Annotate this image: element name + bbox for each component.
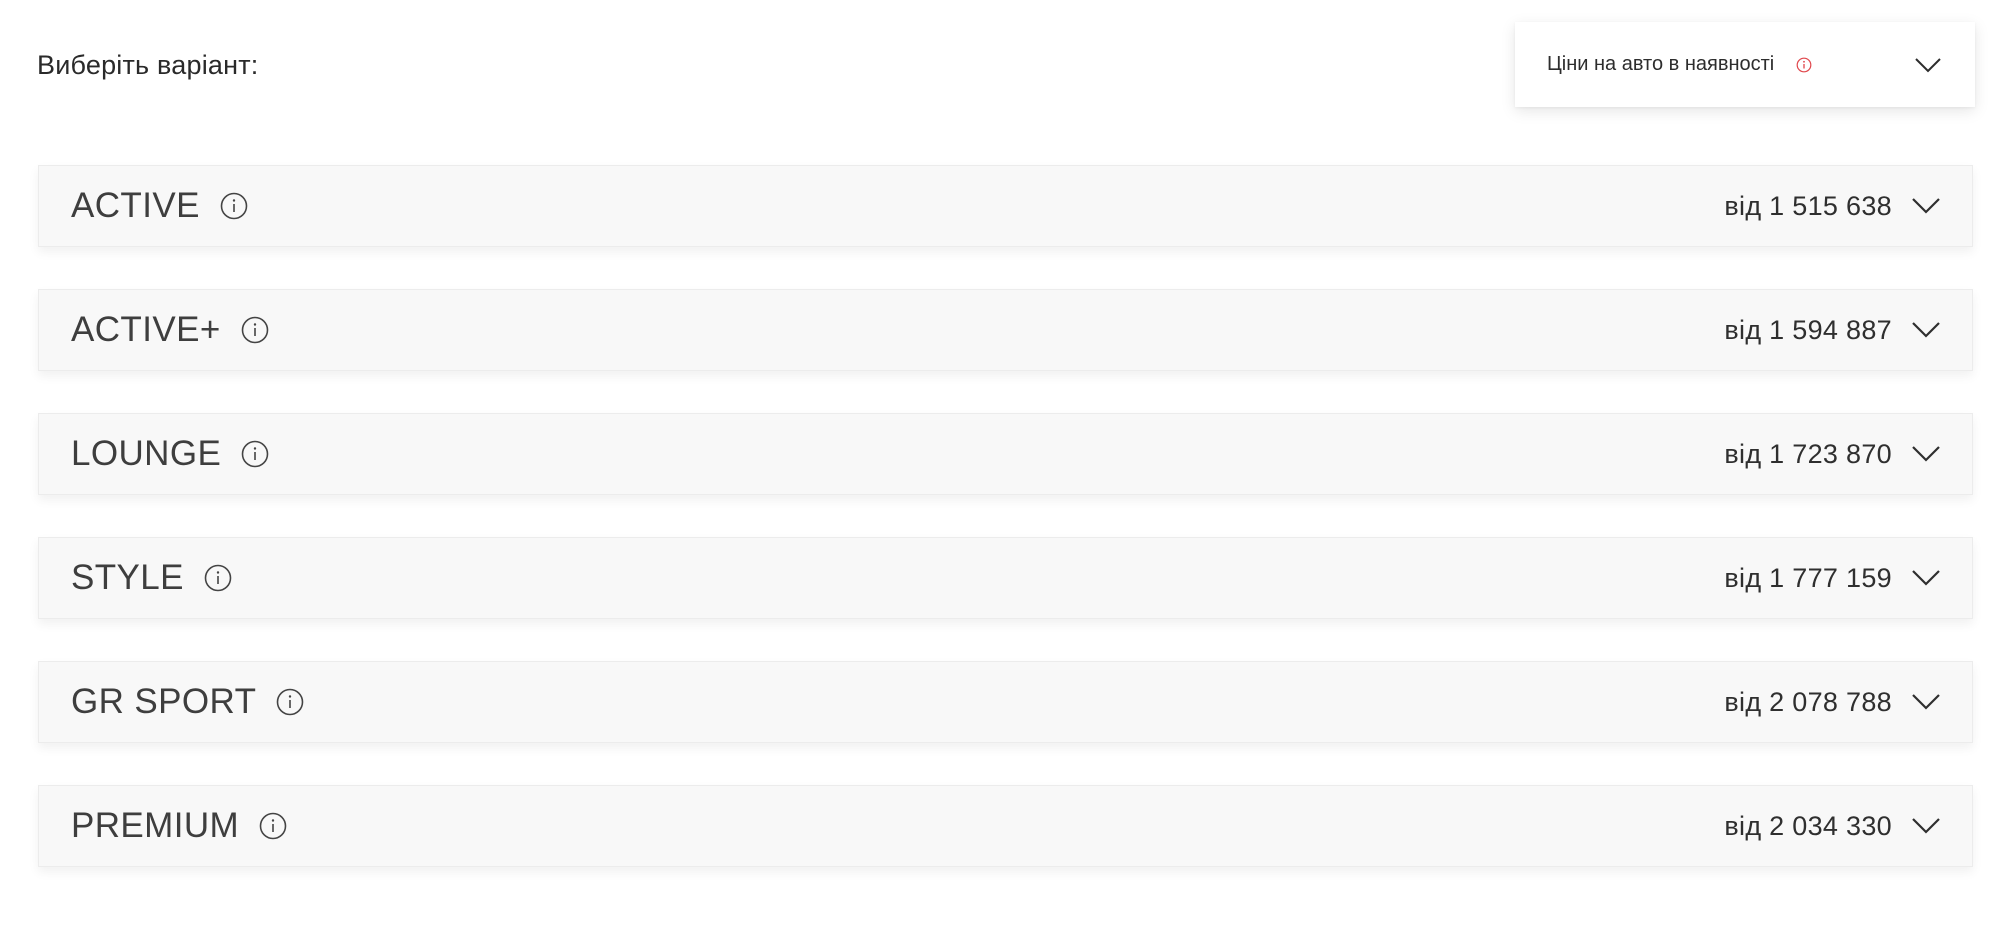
info-icon[interactable] bbox=[259, 812, 287, 840]
variant-name: LOUNGE bbox=[71, 434, 222, 473]
chevron-down-icon[interactable] bbox=[1910, 815, 1942, 837]
stock-prices-dropdown[interactable]: Ціни на авто в наявності bbox=[1515, 22, 1975, 107]
chevron-down-icon[interactable] bbox=[1910, 195, 1942, 217]
variant-price: від 2 078 788 bbox=[1724, 686, 1892, 717]
variant-row-lounge[interactable]: LOUNGE від 1 723 870 bbox=[38, 413, 1973, 495]
variant-row-active[interactable]: ACTIVE від 1 515 638 bbox=[38, 165, 1973, 247]
variant-row-gr-sport[interactable]: GR SPORT від 2 078 788 bbox=[38, 661, 1973, 743]
variant-name: GR SPORT bbox=[71, 682, 257, 721]
chevron-down-icon[interactable] bbox=[1913, 55, 1943, 75]
chevron-down-icon[interactable] bbox=[1910, 319, 1942, 341]
variant-name: STYLE bbox=[71, 558, 184, 597]
variant-price: від 1 723 870 bbox=[1724, 438, 1892, 469]
variant-selector-page: Виберіть варіант: Ціни на авто в наявнос… bbox=[0, 0, 2000, 926]
info-icon[interactable] bbox=[276, 688, 304, 716]
variant-row-style[interactable]: STYLE від 1 777 159 bbox=[38, 537, 1973, 619]
info-icon[interactable] bbox=[241, 440, 269, 468]
variant-price: від 1 515 638 bbox=[1724, 190, 1892, 221]
info-icon[interactable] bbox=[241, 316, 269, 344]
stock-prices-label: Ціни на авто в наявності bbox=[1547, 53, 1775, 75]
variant-price: від 1 777 159 bbox=[1724, 562, 1892, 593]
variant-name: PREMIUM bbox=[71, 806, 240, 845]
info-icon[interactable] bbox=[1796, 57, 1812, 73]
info-icon[interactable] bbox=[204, 564, 232, 592]
chevron-down-icon[interactable] bbox=[1910, 567, 1942, 589]
page-title: Виберіть варіант: bbox=[37, 50, 259, 80]
variant-list: ACTIVE від 1 515 638 ACTIVE+ від 1 594 8… bbox=[38, 165, 1973, 909]
variant-price: від 1 594 887 bbox=[1724, 314, 1892, 345]
chevron-down-icon[interactable] bbox=[1910, 691, 1942, 713]
chevron-down-icon[interactable] bbox=[1910, 443, 1942, 465]
variant-price: від 2 034 330 bbox=[1724, 810, 1892, 841]
variant-name: ACTIVE+ bbox=[71, 310, 221, 349]
info-icon[interactable] bbox=[220, 192, 248, 220]
variant-name: ACTIVE bbox=[71, 186, 200, 225]
variant-row-premium[interactable]: PREMIUM від 2 034 330 bbox=[38, 785, 1973, 867]
variant-row-active-plus[interactable]: ACTIVE+ від 1 594 887 bbox=[38, 289, 1973, 371]
